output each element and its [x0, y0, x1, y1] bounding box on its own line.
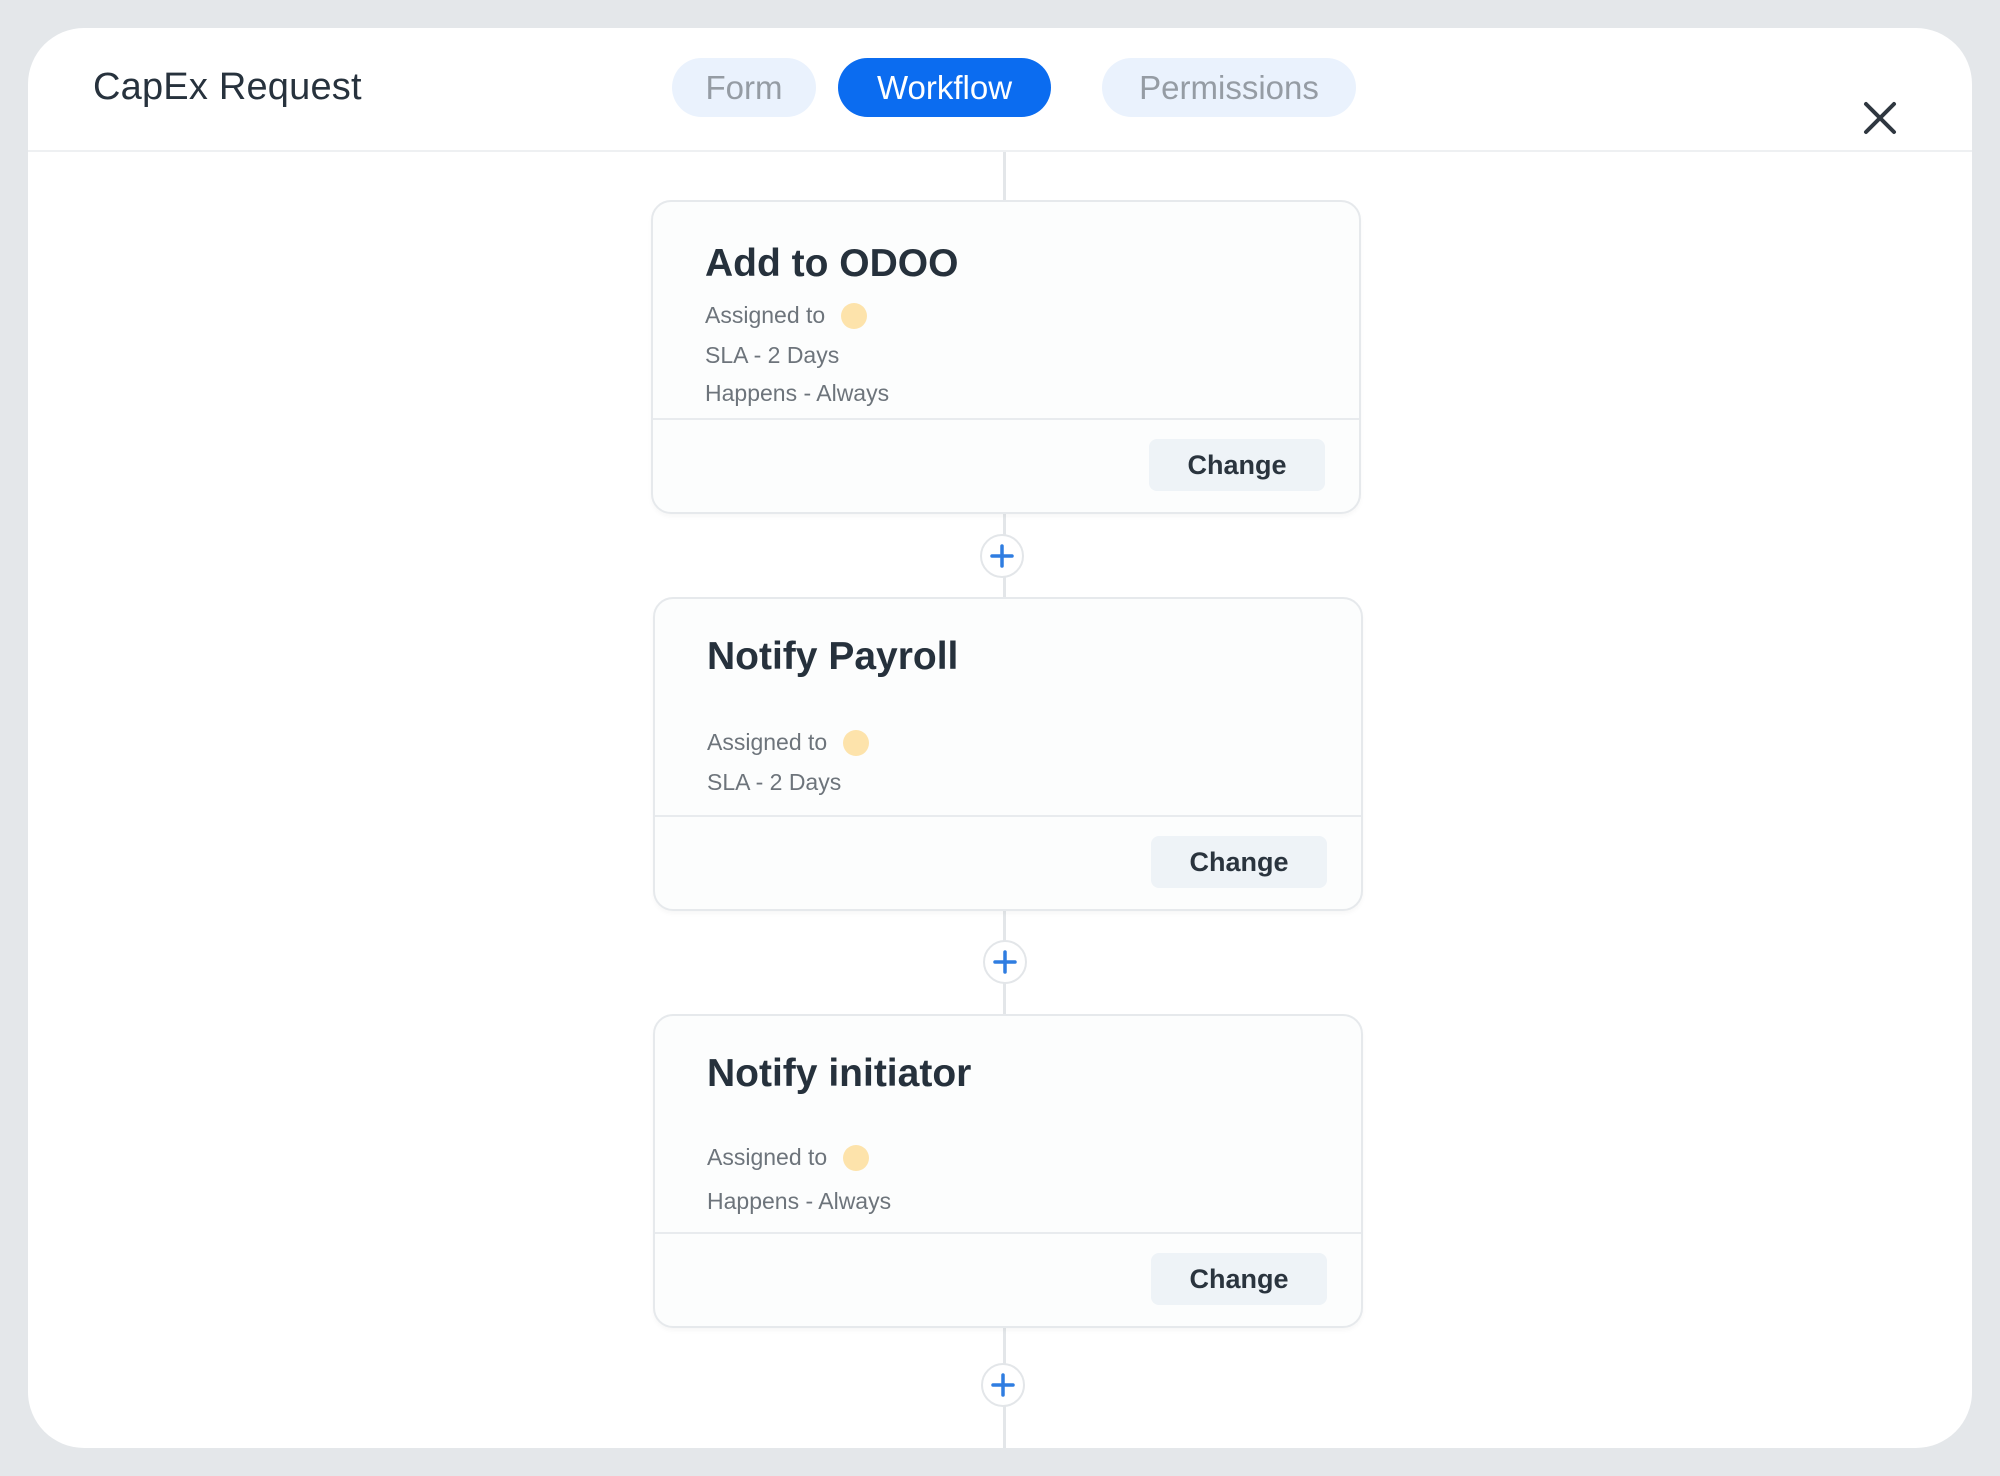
- plus-icon: [990, 544, 1014, 568]
- step-happens: Happens - Always: [707, 1188, 892, 1214]
- tab-permissions[interactable]: Permissions: [1102, 58, 1356, 117]
- avatar[interactable]: [841, 302, 868, 329]
- change-button[interactable]: Change: [1149, 439, 1325, 491]
- step-title: Notify Payroll: [707, 635, 959, 678]
- modal-header: CapEx Request Form Workflow Permissions: [28, 28, 1972, 152]
- workflow-step-card: Notify initiator Assigned to Happens - A…: [653, 1014, 1363, 1328]
- assigned-label: Assigned to: [707, 1144, 828, 1170]
- step-title: Notify initiator: [707, 1052, 972, 1095]
- step-assigned: Assigned to: [705, 302, 868, 329]
- step-title: Add to ODOO: [705, 242, 959, 285]
- card-divider: [653, 418, 1359, 420]
- card-divider: [655, 815, 1361, 817]
- change-button[interactable]: Change: [1151, 1253, 1327, 1305]
- assigned-label: Assigned to: [707, 729, 828, 755]
- workflow-step-card: Add to ODOO Assigned to SLA - 2 Days Hap…: [651, 200, 1361, 514]
- workflow-step-card: Notify Payroll Assigned to SLA - 2 Days …: [653, 597, 1363, 911]
- add-step-button[interactable]: [981, 1363, 1025, 1407]
- close-button[interactable]: [1862, 100, 1898, 136]
- step-assigned: Assigned to: [707, 729, 870, 756]
- plus-icon: [991, 1373, 1015, 1397]
- assigned-label: Assigned to: [705, 302, 826, 328]
- plus-icon: [993, 950, 1017, 974]
- avatar[interactable]: [843, 1144, 870, 1171]
- avatar[interactable]: [843, 729, 870, 756]
- step-assigned: Assigned to: [707, 1144, 870, 1171]
- step-sla: SLA - 2 Days: [705, 342, 840, 368]
- page-title: CapEx Request: [93, 66, 362, 108]
- step-happens: Happens - Always: [705, 380, 890, 406]
- tab-form[interactable]: Form: [672, 58, 816, 117]
- add-step-button[interactable]: [980, 534, 1024, 578]
- tab-workflow[interactable]: Workflow: [838, 58, 1051, 117]
- workflow-modal: CapEx Request Form Workflow Permissions …: [28, 28, 1972, 1448]
- card-divider: [655, 1232, 1361, 1234]
- change-button[interactable]: Change: [1151, 836, 1327, 888]
- step-sla: SLA - 2 Days: [707, 769, 842, 795]
- close-icon: [1864, 102, 1896, 134]
- add-step-button[interactable]: [983, 940, 1027, 984]
